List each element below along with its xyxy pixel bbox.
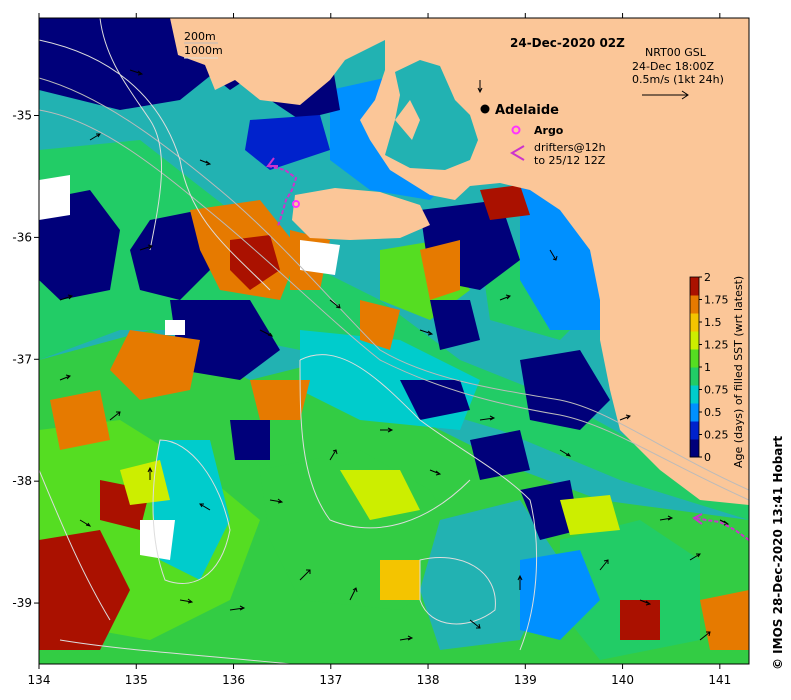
colorbar-segment — [690, 439, 699, 458]
x-tick-label: 136 — [222, 673, 245, 687]
x-tick-label: 141 — [708, 673, 731, 687]
x-tick-label: 134 — [28, 673, 51, 687]
colorbar-tick-label: 1.5 — [704, 316, 722, 329]
colorbar-tick-label: 0.75 — [704, 384, 729, 397]
colorbar-segment — [690, 313, 699, 332]
map-title: 24-Dec-2020 02Z — [510, 36, 625, 50]
product-line-1: NRT00 GSL — [645, 46, 707, 59]
product-line-3: 0.5m/s (1kt 24h) — [632, 73, 724, 86]
colorbar-tick-label: 0 — [704, 451, 711, 464]
y-tick-label: -35 — [12, 109, 32, 123]
colorbar-tick-label: 0.5 — [704, 406, 722, 419]
y-axis: -35 -36 -37 -38 -39 — [12, 109, 39, 610]
colorbar-segment — [690, 385, 699, 404]
colorbar-segment — [690, 421, 699, 440]
map-plot-area: Adelaide — [39, 18, 749, 664]
adelaide-marker — [480, 104, 490, 114]
y-tick-label: -39 — [12, 596, 32, 610]
colorbar-segment — [690, 403, 699, 422]
colorbar-tick-label: 1 — [704, 361, 711, 374]
product-line-2: 24-Dec 18:00Z — [632, 60, 714, 73]
y-tick-label: -38 — [12, 474, 32, 488]
colorbar-segment — [690, 277, 699, 296]
credit-text: © IMOS 28-Dec-2020 13:41 Hobart — [771, 436, 785, 670]
colorbar-segment — [690, 349, 699, 368]
adelaide-label: Adelaide — [495, 103, 559, 118]
x-tick-label: 139 — [514, 673, 537, 687]
x-tick-label: 137 — [319, 673, 342, 687]
colorbar-segment — [690, 331, 699, 350]
x-tick-label: 140 — [611, 673, 634, 687]
x-tick-label: 135 — [125, 673, 148, 687]
colorbar-tick-label: 1.25 — [704, 339, 729, 352]
drifters-legend-line-1: drifters@12h — [534, 141, 606, 154]
colorbar-label: Age (days) of filled SST (wrt latest) — [732, 276, 745, 468]
sst-age-map: Adelaide 24-Dec-2020 02Z NRT00 GSL 24-De… — [12, 13, 785, 687]
colorbar-segment — [690, 367, 699, 386]
argo-legend-label: Argo — [534, 124, 564, 137]
colorbar-tick-label: 2 — [704, 271, 711, 284]
x-tick-label: 138 — [417, 673, 440, 687]
colorbar-tick-label: 0.25 — [704, 429, 729, 442]
y-tick-label: -37 — [12, 352, 32, 366]
contour-200-label: 200m — [184, 30, 216, 43]
drifters-legend-line-2: to 25/12 12Z — [534, 154, 606, 167]
contour-1000-label: 1000m — [184, 44, 223, 57]
y-tick-label: -36 — [12, 230, 32, 244]
colorbar-tick-label: 1.75 — [704, 294, 729, 307]
colorbar-segment — [690, 295, 699, 314]
